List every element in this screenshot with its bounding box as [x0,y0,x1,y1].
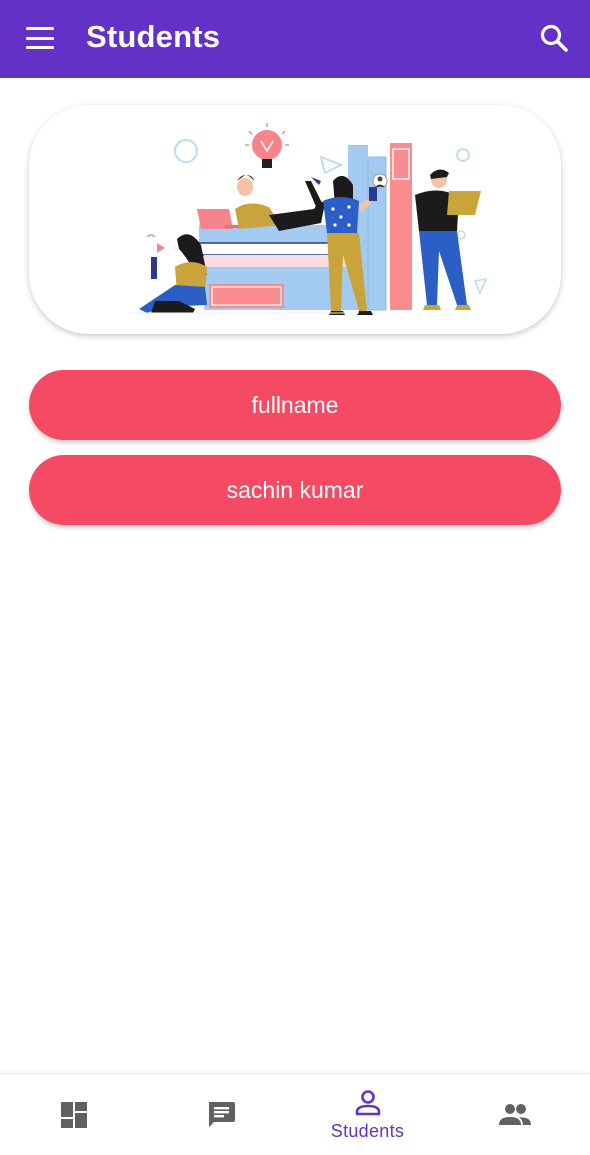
nav-item-dashboard[interactable] [0,1074,147,1155]
nav-item-messages[interactable] [147,1074,294,1155]
app-bar: Students [0,0,590,78]
bottom-navigation: Students [0,1073,590,1155]
page-title: Students [86,19,221,54]
menu-icon[interactable] [24,24,56,52]
student-name-button[interactable]: sachin kumar [29,455,561,525]
chat-icon [208,1102,235,1127]
nav-item-groups[interactable] [441,1074,588,1155]
students-studying-illustration [129,123,488,315]
dashboard-icon [60,1102,87,1128]
nav-label-students: Students [330,1120,405,1141]
student-fullname-label-button[interactable]: fullname [29,370,561,440]
hero-card [29,105,561,334]
nav-item-students[interactable]: Students [294,1074,441,1155]
group-icon [498,1104,531,1125]
person-icon [355,1089,380,1115]
search-icon[interactable] [538,22,572,56]
